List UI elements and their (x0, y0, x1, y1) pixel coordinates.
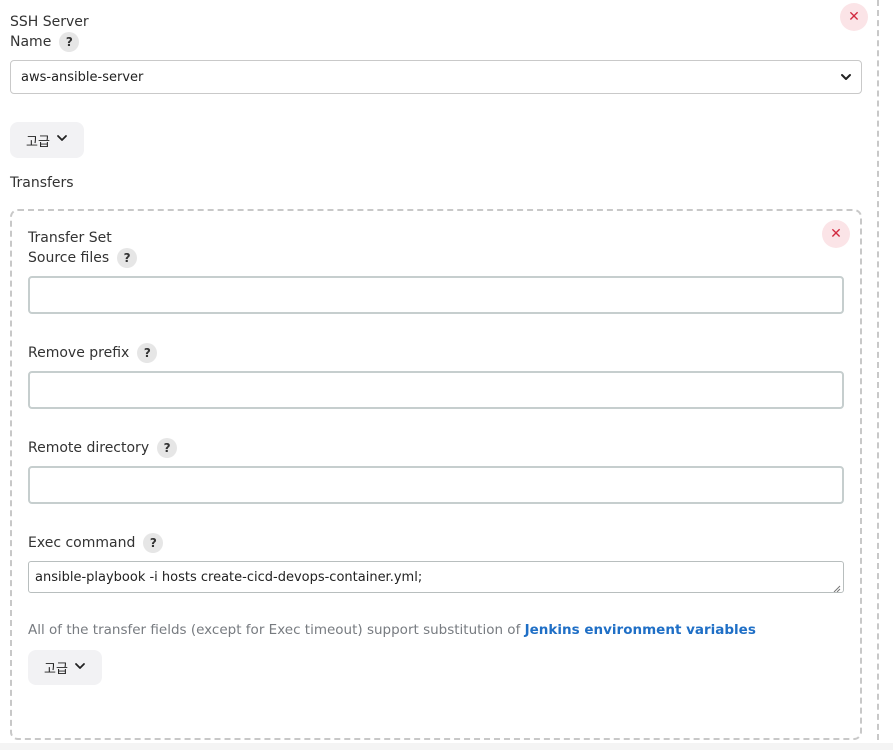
source-files-input[interactable] (28, 276, 844, 314)
remove-prefix-input[interactable] (28, 371, 844, 409)
ssh-server-name-label-row: Name ? (10, 32, 80, 52)
source-files-label: Source files (28, 250, 110, 266)
exec-command-label-row: Exec command ? (28, 533, 164, 553)
exec-command-help-icon[interactable]: ? (143, 533, 164, 553)
exec-command-label: Exec command (28, 535, 136, 551)
outer-dashed-border (877, 0, 879, 750)
name-label: Name (10, 34, 52, 50)
remote-directory-input[interactable] (28, 466, 844, 504)
close-icon: ✕ (848, 9, 860, 25)
chevron-down-icon (839, 70, 853, 84)
advanced-button-label: 고급 (26, 134, 50, 150)
remote-directory-label: Remote directory (28, 440, 150, 456)
remote-directory-label-row: Remote directory ? (28, 438, 178, 458)
transfers-heading: Transfers (10, 175, 74, 191)
remote-directory-help-icon[interactable]: ? (157, 438, 178, 458)
source-files-label-row: Source files ? (28, 248, 138, 268)
advanced-button-label: 고급 (44, 662, 68, 677)
source-files-help-icon[interactable]: ? (117, 248, 138, 268)
transfer-set-close-button[interactable]: ✕ (822, 220, 850, 248)
remove-prefix-label-row: Remove prefix ? (28, 343, 158, 363)
resize-grip-icon[interactable] (833, 582, 841, 592)
substitution-note: All of the transfer fields (except for E… (28, 622, 756, 638)
bottom-strip (0, 743, 893, 750)
transfer-set-title: Transfer Set (28, 230, 112, 246)
chevron-down-icon (56, 132, 68, 148)
ssh-server-close-button[interactable]: ✕ (840, 3, 868, 31)
close-icon: ✕ (830, 226, 842, 242)
exec-command-textarea[interactable]: ansible-playbook -i hosts create-cicd-de… (28, 561, 844, 593)
ssh-server-advanced-button[interactable]: 고급 (10, 122, 84, 158)
remove-prefix-help-icon[interactable]: ? (137, 343, 158, 363)
exec-command-value: ansible-playbook -i hosts create-cicd-de… (35, 570, 423, 585)
remove-prefix-label: Remove prefix (28, 345, 130, 361)
name-help-icon[interactable]: ? (59, 32, 80, 52)
ssh-server-section-label: SSH Server (10, 14, 89, 30)
ssh-server-selected-value: aws-ansible-server (21, 69, 144, 85)
ssh-server-name-select[interactable]: aws-ansible-server (10, 60, 862, 94)
chevron-down-icon (74, 660, 86, 676)
jenkins-env-vars-link[interactable]: Jenkins environment variables (525, 622, 756, 638)
transfer-set-advanced-button[interactable]: 고급 (28, 650, 102, 685)
substitution-note-text: All of the transfer fields (except for E… (28, 622, 525, 638)
